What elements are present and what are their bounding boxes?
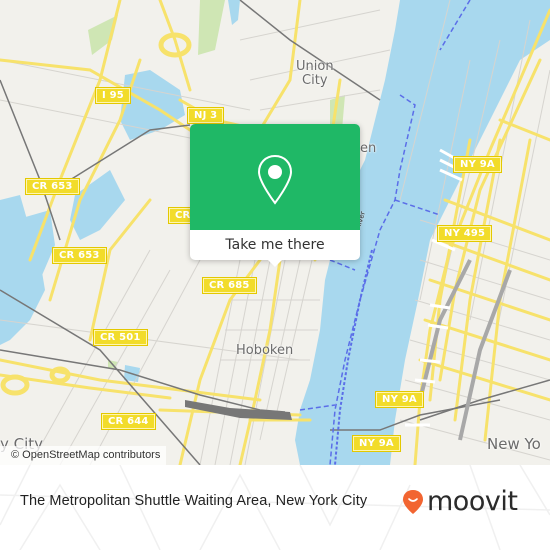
location-caption: The Metropolitan Shuttle Waiting Area, N… (20, 493, 368, 509)
park (198, 0, 225, 55)
moovit-wordmark: moovit (427, 486, 518, 517)
popup-header (190, 124, 360, 230)
road-shield-cr644: CR 644 (101, 413, 156, 430)
map-canvas[interactable]: Union City en Hoboken New Yo y City Huds… (0, 0, 550, 465)
location-popup: Take me there (190, 124, 360, 267)
popup-tail (268, 260, 282, 267)
road-shield-i95: I 95 (95, 87, 131, 104)
moovit-logo[interactable]: moovit (402, 486, 518, 517)
road-shield-cr685: CR 685 (202, 277, 257, 294)
road-shield-cr653: CR 653 (25, 178, 80, 195)
rail-yard (185, 400, 292, 420)
road-shield-cr501: CR 501 (93, 329, 148, 346)
place-label-hoboken: Hoboken (236, 343, 294, 358)
road-shield-ny9a-bottom: NY 9A (352, 435, 401, 452)
footer: The Metropolitan Shuttle Waiting Area, N… (0, 465, 550, 550)
moovit-pin-icon (403, 490, 423, 514)
map-pin-icon (257, 154, 293, 205)
river-inlet (15, 210, 55, 300)
rail-tunnel (458, 269, 512, 441)
place-label-new-york: New Yo (487, 435, 541, 453)
reservoir (228, 0, 240, 25)
road-shield-ny9a: NY 9A (375, 391, 424, 408)
road-shield-cr653: CR 653 (52, 247, 107, 264)
take-me-there-button[interactable]: Take me there (190, 230, 360, 260)
road-shield-ny9a: NY 9A (453, 156, 502, 173)
road-shield-nj3: NJ 3 (186, 107, 225, 124)
map-attribution[interactable]: © OpenStreetMap contributors (0, 446, 167, 465)
road-shield-ny495: NY 495 (436, 225, 493, 242)
place-label-union-city: Union City (296, 60, 334, 88)
place-label-weehawken: en (360, 141, 377, 156)
place-label-text: Union City (296, 59, 334, 88)
